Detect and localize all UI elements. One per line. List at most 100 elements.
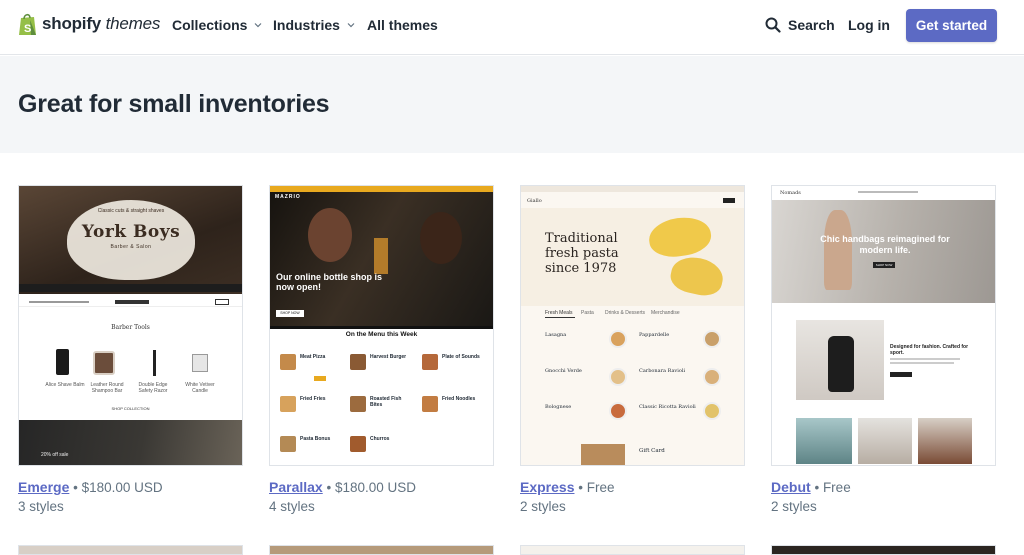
preview-hero-glass bbox=[374, 238, 388, 274]
preview-collection-button: SHOP COLLECTION bbox=[111, 406, 150, 411]
preview-menu-item: Roasted Fish Bites bbox=[370, 396, 402, 408]
preview-hero-button: SHOP NOW bbox=[873, 262, 895, 268]
preview-product-image bbox=[93, 351, 115, 375]
theme-card-debut[interactable]: Nomads Chic handbags reimagined for mode… bbox=[771, 185, 996, 516]
preview-product-image bbox=[153, 350, 156, 376]
preview-menu-image bbox=[422, 354, 438, 370]
preview-dish-image bbox=[609, 402, 627, 420]
preview-store-nav bbox=[858, 191, 918, 193]
theme-price: $180.00 USD bbox=[334, 480, 417, 495]
preview-price-tag bbox=[314, 376, 326, 381]
theme-card-thumbnail-partial[interactable] bbox=[520, 545, 745, 555]
preview-gift-image bbox=[581, 444, 625, 465]
preview-tab: Pasta bbox=[581, 310, 594, 316]
preview-menu-image bbox=[350, 354, 366, 370]
preview-feature-title: Designed for fashion. Crafted for sport. bbox=[890, 344, 969, 356]
search-button[interactable]: Search bbox=[765, 17, 835, 33]
theme-card-thumbnail-partial[interactable] bbox=[18, 545, 243, 555]
preview-footer-banner bbox=[19, 420, 242, 465]
theme-card-thumbnail-partial[interactable] bbox=[269, 545, 494, 555]
theme-price-separator: • bbox=[814, 480, 820, 495]
preview-product-image bbox=[192, 354, 208, 372]
theme-card-thumbnail-partial[interactable] bbox=[771, 545, 996, 555]
login-link[interactable]: Log in bbox=[848, 17, 890, 33]
theme-name-link[interactable]: Parallax bbox=[269, 479, 323, 495]
theme-preview-debut[interactable]: Nomads Chic handbags reimagined for mode… bbox=[771, 185, 996, 466]
preview-product-name: Double Edge Safety Razor bbox=[138, 382, 168, 394]
preview-store-nav bbox=[19, 297, 242, 307]
search-icon bbox=[765, 17, 781, 33]
preview-banner-sub: Barber & Salon bbox=[110, 244, 152, 250]
preview-menu-item: Carbonara Ravioli bbox=[639, 368, 686, 374]
nav-all-themes-label: All themes bbox=[367, 17, 438, 33]
collection-header: Great for small inventories bbox=[0, 56, 1024, 153]
preview-menu-image bbox=[350, 436, 366, 452]
preview-product-image bbox=[56, 349, 69, 375]
logo-wordmark: shopify themes bbox=[42, 14, 161, 33]
theme-preview-express[interactable]: Giallo Traditional fresh pasta since 197… bbox=[520, 185, 745, 466]
preview-banner-title: York Boys bbox=[81, 222, 181, 242]
preview-dish-image bbox=[609, 368, 627, 386]
preview-hero-figure bbox=[420, 212, 462, 264]
theme-price: Free bbox=[586, 480, 615, 495]
chevron-down-icon bbox=[347, 23, 355, 28]
preview-announcement-bar bbox=[19, 284, 242, 292]
theme-preview-emerge[interactable]: York Boys Barber & Salon Classic cuts & … bbox=[18, 185, 243, 466]
nav-industries-label: Industries bbox=[273, 17, 340, 33]
preview-backpack bbox=[828, 336, 854, 392]
preview-hero-button: SHOP NOW bbox=[276, 310, 304, 317]
theme-preview-parallax[interactable]: MAZRIO Our online bottle shop is now ope… bbox=[269, 185, 494, 466]
preview-menu-item: Fried Noodles bbox=[442, 396, 476, 402]
preview-menu-item: Fried Fries bbox=[300, 396, 326, 402]
theme-price: Free bbox=[822, 480, 851, 495]
theme-styles-count: 2 styles bbox=[520, 499, 566, 514]
preview-tab-underline bbox=[545, 317, 575, 318]
preview-dish-image bbox=[609, 330, 627, 348]
preview-product-name: White Vetiver Candle bbox=[185, 382, 215, 394]
preview-menu-item: Meat Pizza bbox=[300, 354, 326, 360]
preview-hero-text: Chic handbags reimagined for modern life… bbox=[820, 234, 950, 255]
preview-menu-item: Plate of Sounds bbox=[442, 354, 480, 360]
theme-name-link[interactable]: Emerge bbox=[18, 479, 69, 495]
preview-menu-image bbox=[422, 396, 438, 412]
preview-footer-text: 20% off sale bbox=[41, 452, 69, 458]
preview-dish-image bbox=[703, 368, 721, 386]
preview-dish-image bbox=[703, 330, 721, 348]
nav-collections-label: Collections bbox=[172, 17, 248, 33]
preview-menu-image bbox=[280, 436, 296, 452]
theme-styles-count: 2 styles bbox=[771, 499, 817, 514]
theme-price-separator: • bbox=[73, 480, 78, 495]
theme-name-link[interactable]: Express bbox=[520, 479, 574, 495]
nav-industries[interactable]: Industries bbox=[273, 17, 355, 33]
preview-dish-image bbox=[703, 402, 721, 420]
preview-product-name: Leather Round Shampoo Bar bbox=[90, 382, 124, 394]
preview-menu-item: Lasagna bbox=[545, 332, 567, 338]
nav-all-themes[interactable]: All themes bbox=[367, 17, 438, 33]
preview-menu-item: Bolognese bbox=[545, 404, 572, 410]
shopify-themes-logo[interactable]: S shopify themes bbox=[18, 12, 160, 36]
chevron-down-icon bbox=[255, 23, 262, 28]
preview-cart-button bbox=[723, 198, 735, 203]
preview-announcement-bar bbox=[521, 186, 744, 192]
preview-feature-copy bbox=[890, 358, 960, 360]
preview-menu-item: Pappardelle bbox=[639, 332, 670, 338]
preview-menu-image bbox=[280, 354, 296, 370]
preview-grid-image bbox=[796, 418, 852, 464]
nav-collections[interactable]: Collections bbox=[172, 17, 262, 33]
preview-tab: Fresh Meals bbox=[545, 310, 573, 316]
theme-card-parallax[interactable]: MAZRIO Our online bottle shop is now ope… bbox=[269, 185, 494, 516]
preview-tagline: Classic cuts & straight shaves bbox=[97, 208, 165, 214]
get-started-button[interactable]: Get started bbox=[906, 9, 997, 42]
preview-product-name: Alice Shave Balm bbox=[45, 382, 85, 388]
preview-menu-item: Gnocchi Verde bbox=[545, 368, 582, 374]
preview-menu-image bbox=[280, 396, 296, 412]
theme-price-separator: • bbox=[578, 480, 583, 495]
theme-name-link[interactable]: Debut bbox=[771, 479, 811, 495]
theme-card-emerge[interactable]: York Boys Barber & Salon Classic cuts & … bbox=[18, 185, 243, 516]
preview-hero-text: Traditional fresh pasta since 1978 bbox=[545, 231, 619, 276]
preview-menu-item: Harvest Burger bbox=[370, 354, 407, 360]
preview-brand: Giallo bbox=[527, 198, 542, 204]
theme-styles-count: 3 styles bbox=[18, 499, 64, 514]
page-title: Great for small inventories bbox=[18, 90, 330, 118]
theme-card-express[interactable]: Giallo Traditional fresh pasta since 197… bbox=[520, 185, 745, 516]
